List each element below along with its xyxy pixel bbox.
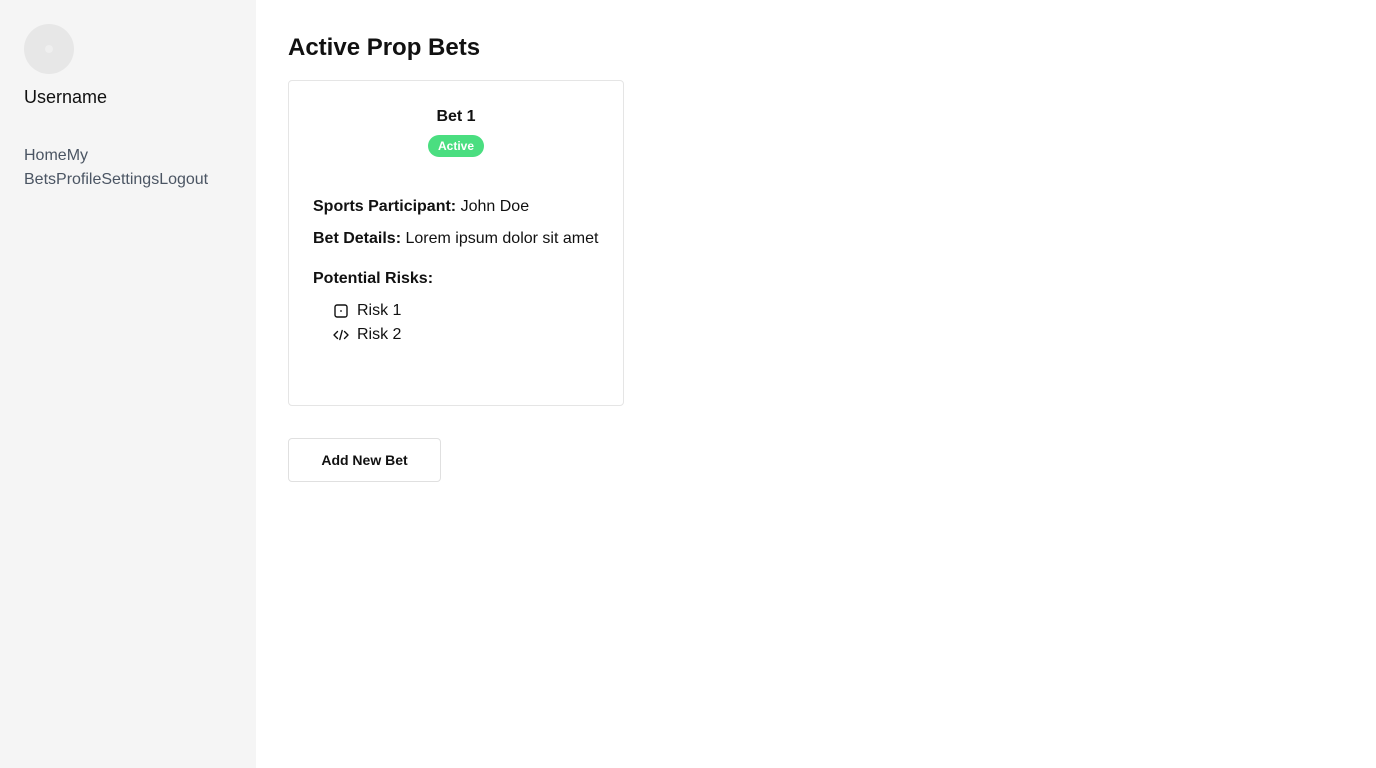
details-row: Bet Details: Lorem ipsum dolor sit amet (313, 227, 599, 251)
sidebar-nav: HomeMy BetsProfileSettingsLogout (24, 144, 232, 192)
risks-label: Potential Risks: (313, 270, 434, 287)
bet-title: Bet 1 (436, 108, 476, 125)
sidebar: Username HomeMy BetsProfileSettingsLogou… (0, 0, 256, 768)
nav-home[interactable]: Home (24, 147, 67, 164)
bet-card: Bet 1 Active Sports Participant: John Do… (288, 80, 624, 406)
risk-list: Risk 1 Risk 2 (313, 299, 599, 347)
avatar-dot (45, 45, 53, 53)
add-new-bet-button[interactable]: Add New Bet (288, 438, 441, 482)
details-value: Lorem ipsum dolor sit amet (405, 230, 599, 247)
status-badge-wrap: Active (313, 135, 599, 157)
participant-value: John Doe (460, 198, 530, 215)
risk-label: Risk 2 (357, 326, 402, 343)
risk-label: Risk 1 (357, 302, 402, 319)
username: Username (24, 87, 108, 107)
status-badge: Active (427, 135, 485, 157)
main-content: Active Prop Bets Bet 1 Active Sports Par… (288, 0, 624, 482)
nav-settings[interactable]: Settings (101, 171, 159, 188)
nav-logout[interactable]: Logout (159, 171, 208, 188)
code-icon (333, 327, 349, 343)
page-title: Active Prop Bets (288, 34, 481, 61)
details-label: Bet Details: (313, 230, 402, 247)
participant-label: Sports Participant: (313, 198, 457, 215)
nav-profile[interactable]: Profile (56, 171, 101, 188)
list-item: Risk 2 (333, 323, 599, 347)
participant-row: Sports Participant: John Doe (313, 195, 599, 219)
square-icon (333, 303, 349, 319)
avatar[interactable] (24, 24, 74, 74)
list-item: Risk 1 (333, 299, 599, 323)
